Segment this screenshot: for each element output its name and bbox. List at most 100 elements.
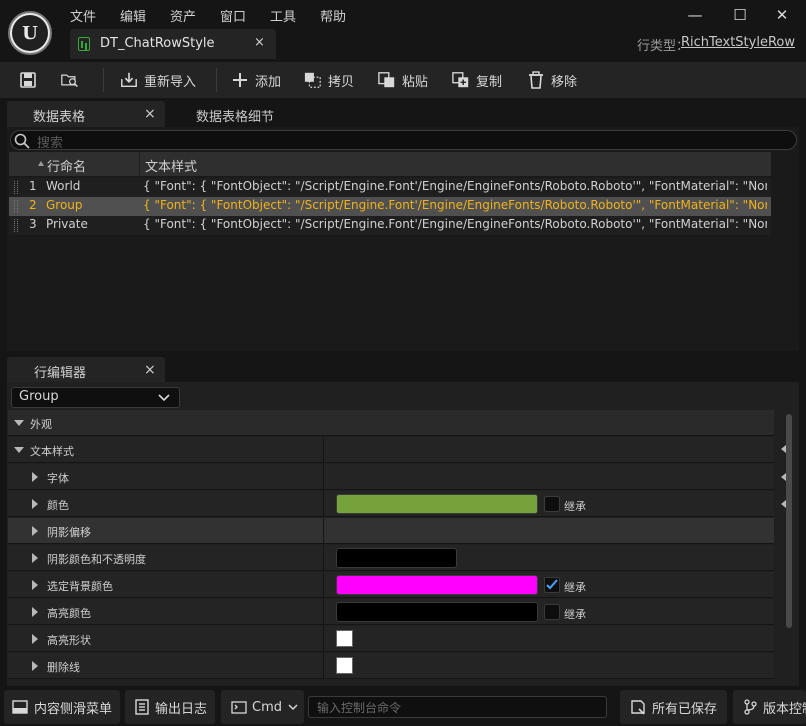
inherit-checkbox[interactable] bbox=[544, 496, 560, 512]
drag-handle-icon[interactable] bbox=[14, 219, 18, 232]
copy-label: 拷贝 bbox=[328, 74, 355, 90]
expand-arrow-icon[interactable] bbox=[32, 472, 38, 482]
reset-arrow-icon[interactable] bbox=[781, 500, 786, 508]
property-strikethrough-label: 删除线 bbox=[47, 661, 80, 674]
column-divider bbox=[323, 437, 324, 463]
menu-help[interactable]: 帮助 bbox=[320, 6, 346, 25]
property-selected-background[interactable]: 选定背景颜色 继承 bbox=[8, 572, 774, 598]
property-highlight-shape[interactable]: 高亮形状 bbox=[8, 626, 774, 652]
sort-ascending-icon[interactable] bbox=[38, 161, 44, 166]
save-button[interactable] bbox=[19, 62, 43, 98]
duplicate-button[interactable]: 复制 bbox=[452, 62, 502, 98]
drag-handle-icon[interactable] bbox=[14, 200, 18, 213]
expand-arrow-icon[interactable] bbox=[32, 580, 38, 590]
content-drawer-label: 内容侧滑菜单 bbox=[34, 701, 113, 717]
row-selector-dropdown[interactable]: Group bbox=[11, 387, 180, 408]
search-input[interactable] bbox=[10, 130, 797, 150]
row-number: 1 bbox=[29, 179, 37, 193]
close-window-button[interactable]: ✕ bbox=[770, 4, 794, 26]
table-scrollbar-track[interactable] bbox=[771, 152, 798, 350]
tab-data-table-close-icon[interactable]: × bbox=[144, 106, 156, 122]
property-color[interactable]: 颜色 继承 bbox=[8, 491, 774, 517]
source-control-button[interactable]: 版本控制 bbox=[733, 690, 806, 724]
color-swatch-selected-background[interactable] bbox=[336, 575, 538, 595]
group-text-style[interactable]: 文本样式 bbox=[8, 437, 774, 463]
table-row-selected[interactable]: 2 Group { "Font": { "FontObject": "/Scri… bbox=[9, 197, 771, 216]
property-shadow-offset-label: 阴影偏移 bbox=[47, 526, 91, 539]
expand-arrow-icon[interactable] bbox=[14, 420, 24, 426]
tab-row-editor-label: 行编辑器 bbox=[34, 366, 87, 381]
copy-icon bbox=[304, 72, 321, 88]
minimize-button[interactable]: — bbox=[683, 4, 707, 26]
duplicate-icon bbox=[452, 72, 469, 88]
tab-data-table-label: 数据表格 bbox=[33, 110, 86, 125]
document-tab-close-icon[interactable]: × bbox=[254, 35, 265, 50]
reset-arrow-icon[interactable] bbox=[781, 445, 786, 453]
table-row[interactable]: 1 World { "Font": { "FontObject": "/Scri… bbox=[9, 178, 771, 197]
remove-button[interactable]: 移除 bbox=[527, 62, 577, 98]
expand-arrow-icon[interactable] bbox=[32, 634, 38, 644]
cmd-dropdown[interactable]: Cmd bbox=[221, 690, 304, 724]
menu-window[interactable]: 窗口 bbox=[220, 6, 246, 25]
property-highlight-color[interactable]: 高亮颜色 继承 bbox=[8, 599, 774, 625]
column-header-row-name[interactable]: 行命名 bbox=[47, 156, 86, 175]
saved-icon bbox=[631, 700, 645, 715]
drag-handle-icon[interactable] bbox=[14, 181, 18, 194]
brush-preview-swatch[interactable] bbox=[336, 630, 353, 647]
property-shadow-offset[interactable]: 阴影偏移 bbox=[8, 518, 774, 544]
expand-arrow-icon[interactable] bbox=[32, 499, 38, 509]
brush-preview-swatch[interactable] bbox=[336, 657, 353, 674]
tab-data-table-details[interactable]: 数据表格细节 bbox=[196, 106, 274, 125]
property-shadow-color-label: 阴影颜色和不透明度 bbox=[47, 553, 146, 566]
column-divider bbox=[323, 491, 324, 517]
expand-arrow-icon[interactable] bbox=[32, 661, 38, 671]
unreal-logo[interactable]: U bbox=[8, 11, 52, 55]
document-tab-title: DT_ChatRowStyle bbox=[100, 36, 215, 51]
reset-arrow-icon[interactable] bbox=[781, 473, 786, 481]
tab-row-editor-close-icon[interactable]: × bbox=[144, 362, 156, 378]
maximize-button[interactable]: ☐ bbox=[728, 4, 752, 26]
color-swatch-text[interactable] bbox=[336, 494, 538, 514]
property-strikethrough[interactable]: 删除线 bbox=[8, 653, 774, 679]
tab-data-table[interactable]: 数据表格 × bbox=[7, 101, 165, 127]
menu-tools[interactable]: 工具 bbox=[270, 6, 296, 25]
color-swatch-highlight[interactable] bbox=[336, 602, 538, 622]
tab-row-editor[interactable]: 行编辑器 × bbox=[7, 357, 165, 383]
expand-arrow-icon[interactable] bbox=[32, 553, 38, 563]
search-placeholder: 搜索 bbox=[37, 136, 64, 151]
plus-icon bbox=[233, 73, 247, 87]
inherit-label: 继承 bbox=[564, 500, 586, 513]
copy-button[interactable]: 拷贝 bbox=[304, 62, 354, 98]
category-appearance[interactable]: 外观 bbox=[8, 410, 774, 436]
table-header bbox=[9, 152, 771, 176]
color-swatch-shadow[interactable] bbox=[336, 548, 457, 568]
column-divider bbox=[323, 464, 324, 490]
inherit-checkbox-checked[interactable] bbox=[544, 577, 560, 593]
property-font[interactable]: 字体 bbox=[8, 464, 774, 490]
paste-button[interactable]: 粘贴 bbox=[378, 62, 428, 98]
browse-button[interactable] bbox=[61, 62, 85, 98]
table-row[interactable]: 3 Private { "Font": { "FontObject": "/Sc… bbox=[9, 216, 771, 235]
console-command-input[interactable]: 输入控制台命令 bbox=[308, 696, 607, 718]
row-type-link[interactable]: RichTextStyleRow bbox=[681, 35, 795, 50]
add-row-button[interactable]: 添加 bbox=[231, 62, 281, 98]
output-log-label: 输出日志 bbox=[155, 701, 208, 717]
reimport-button[interactable]: 重新导入 bbox=[120, 62, 196, 98]
terminal-icon bbox=[231, 700, 247, 714]
document-tab[interactable]: DT_ChatRowStyle × bbox=[70, 29, 276, 59]
menu-edit[interactable]: 编辑 bbox=[120, 6, 146, 25]
property-shadow-color[interactable]: 阴影颜色和不透明度 bbox=[8, 545, 774, 571]
content-drawer-button[interactable]: 内容侧滑菜单 bbox=[4, 690, 120, 724]
row-name: Group bbox=[46, 198, 83, 212]
expand-arrow-icon[interactable] bbox=[32, 607, 38, 617]
save-status-button[interactable]: 所有已保存 bbox=[620, 690, 727, 724]
expand-arrow-icon[interactable] bbox=[32, 526, 38, 536]
menu-file[interactable]: 文件 bbox=[70, 6, 96, 25]
details-scrollbar-thumb[interactable] bbox=[786, 414, 792, 628]
row-value: { "Font": { "FontObject": "/Script/Engin… bbox=[143, 217, 767, 231]
inherit-checkbox[interactable] bbox=[544, 604, 560, 620]
menu-asset[interactable]: 资产 bbox=[170, 6, 196, 25]
expand-arrow-icon[interactable] bbox=[14, 447, 24, 453]
column-header-text-style[interactable]: 文本样式 bbox=[145, 156, 197, 175]
output-log-button[interactable]: 输出日志 bbox=[125, 690, 215, 724]
